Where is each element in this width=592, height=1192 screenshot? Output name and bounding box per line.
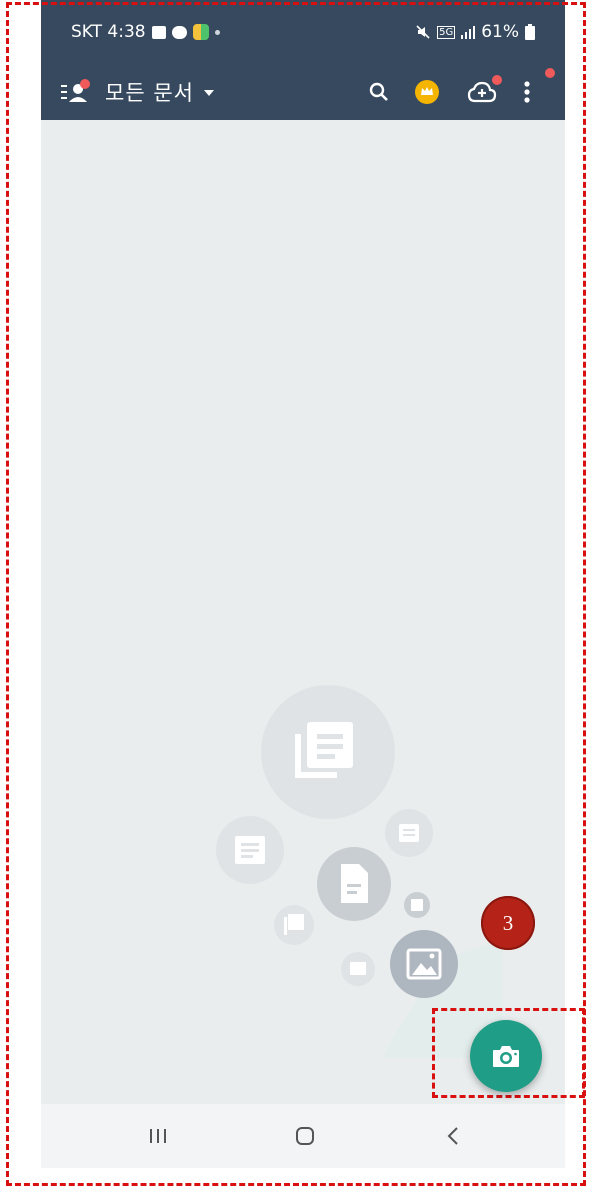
camera-icon: [493, 1046, 519, 1067]
documents-stack-icon: [261, 685, 395, 819]
home-button[interactable]: [285, 1122, 325, 1150]
recent-apps-button[interactable]: [138, 1122, 178, 1150]
recent-apps-icon: [150, 1129, 166, 1143]
image-icon: [390, 930, 458, 998]
phone-screen: SKT 4:38 5G 61% 모든 문서: [41, 0, 565, 1168]
document-icon: [385, 809, 433, 857]
document-icon: [404, 892, 430, 918]
system-nav-bar: [41, 1104, 565, 1168]
document-icon: [341, 952, 375, 986]
home-icon: [296, 1127, 314, 1145]
file-icon: [317, 847, 391, 921]
documents-stack-icon: [274, 905, 314, 945]
back-icon: [447, 1127, 458, 1145]
back-button[interactable]: [433, 1122, 473, 1150]
camera-fab-button[interactable]: [470, 1020, 542, 1092]
document-icon: [216, 816, 284, 884]
step-number-badge: 3: [481, 896, 535, 950]
